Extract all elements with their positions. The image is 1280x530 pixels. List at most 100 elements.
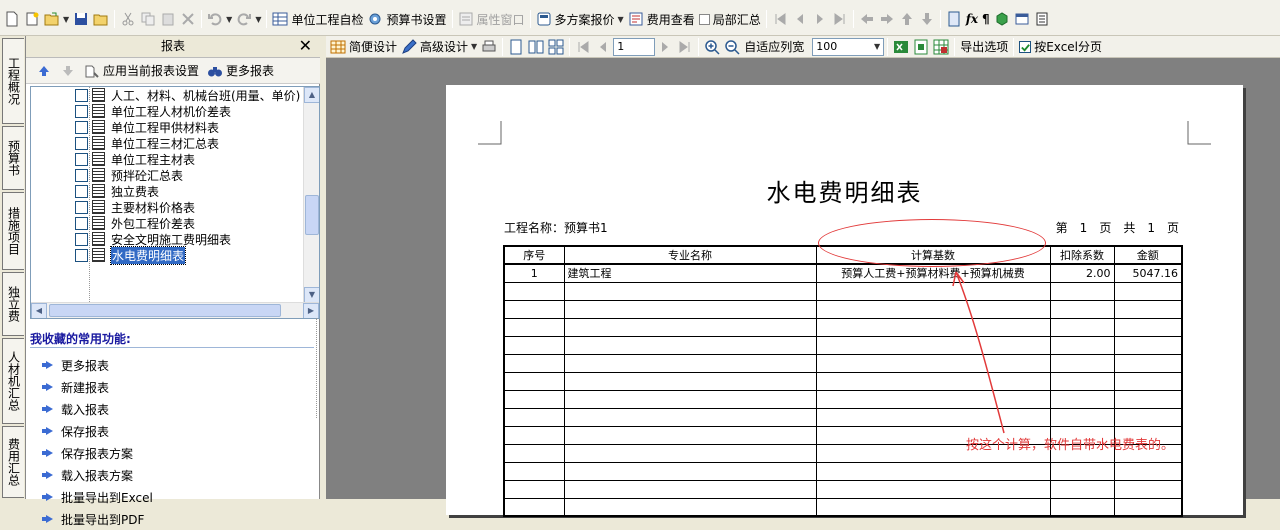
tree-item[interactable]: 主要材料价格表 <box>75 199 195 215</box>
unit-check-button[interactable]: 单位工程自检 <box>270 8 365 30</box>
tree-checkbox[interactable] <box>75 152 88 166</box>
fav-item-export-excel[interactable]: 批量导出到Excel <box>42 486 153 508</box>
delete-button[interactable] <box>178 8 198 30</box>
page-number-input[interactable]: 1 <box>613 37 656 56</box>
move-up-report-button[interactable] <box>34 60 54 82</box>
tree-horizontal-scrollbar[interactable]: ◀ ▶ <box>31 302 319 318</box>
prev-page-button[interactable] <box>593 36 613 58</box>
new-file-button[interactable] <box>2 8 22 30</box>
tree-checkbox[interactable] <box>75 120 88 134</box>
table-row-empty[interactable] <box>503 353 1183 373</box>
tree-item-selected[interactable]: 水电费明细表 <box>75 245 187 265</box>
simple-design-button[interactable]: 简便设计 <box>328 36 399 58</box>
export-batch-button[interactable] <box>931 36 951 58</box>
single-page-button[interactable] <box>506 36 526 58</box>
cut-button[interactable] <box>118 8 138 30</box>
tree-item[interactable]: 单位工程人材机价差表 <box>75 103 231 119</box>
new-project-button[interactable] <box>22 8 42 30</box>
table-row-empty[interactable] <box>503 497 1183 517</box>
zoom-out-button[interactable] <box>722 36 742 58</box>
scroll-down-icon[interactable]: ▼ <box>304 287 319 303</box>
zoom-in-button[interactable] <box>702 36 722 58</box>
paragraph-button[interactable]: ¶ <box>980 8 992 30</box>
more-reports-button[interactable]: 更多报表 <box>205 60 276 82</box>
window-button[interactable] <box>1012 8 1032 30</box>
tree-checkbox[interactable] <box>75 184 88 198</box>
scroll-thumb[interactable] <box>49 304 281 317</box>
last-page-button[interactable] <box>675 36 695 58</box>
redo-button[interactable]: ▼ <box>234 8 263 30</box>
tree-checkbox[interactable] <box>75 248 88 262</box>
tree-checkbox[interactable] <box>75 136 88 150</box>
property-window-button[interactable]: 属性窗口 <box>456 8 527 30</box>
table-row[interactable]: 1 建筑工程 预算人工费+预算材料费+预算机械费 2.00 5047.16 <box>503 263 1183 283</box>
fav-item-load-report[interactable]: 载入报表 <box>42 398 153 420</box>
move-up-button[interactable] <box>897 8 917 30</box>
excel-paging-checkbox[interactable] <box>1019 40 1032 53</box>
formula-button[interactable]: fx <box>964 8 980 30</box>
budget-setting-button[interactable]: 预算书设置 <box>365 8 448 30</box>
table-row-empty[interactable] <box>503 335 1183 355</box>
tree-checkbox[interactable] <box>75 216 88 230</box>
tree-item[interactable]: 单位工程主材表 <box>75 151 195 167</box>
tree-item[interactable]: 安全文明施工费明细表 <box>75 231 231 247</box>
fav-item-save-scheme[interactable]: 保存报表方案 <box>42 442 153 464</box>
tree-checkbox[interactable] <box>75 200 88 214</box>
tree-item[interactable]: 单位工程三材汇总表 <box>75 135 219 151</box>
calc-button[interactable] <box>944 8 964 30</box>
tab-measures[interactable]: 措施项目 <box>2 192 24 270</box>
copy-button[interactable] <box>138 8 158 30</box>
first-page-button[interactable] <box>573 36 593 58</box>
zoom-select[interactable]: 100 ▼ <box>812 37 885 56</box>
table-row-empty[interactable] <box>503 299 1183 319</box>
paste-button[interactable] <box>158 8 178 30</box>
export-excel-button[interactable] <box>891 36 911 58</box>
apply-setting-button[interactable]: 应用当前报表设置 <box>82 60 201 82</box>
open-button[interactable]: ▼ <box>42 8 71 30</box>
fit-width-button[interactable]: 自适应列宽 <box>742 36 806 58</box>
export-options-button[interactable]: 导出选项 <box>958 36 1010 58</box>
last-button[interactable] <box>830 8 850 30</box>
fav-item-load-scheme[interactable]: 载入报表方案 <box>42 464 153 486</box>
scroll-thumb[interactable] <box>305 195 319 235</box>
folder-button[interactable] <box>91 8 111 30</box>
table-row-empty[interactable] <box>503 407 1183 427</box>
move-down-report-button[interactable] <box>58 60 78 82</box>
tree-checkbox[interactable] <box>75 168 88 182</box>
chevron-down-icon[interactable]: ▼ <box>874 42 880 51</box>
move-right-button[interactable] <box>877 8 897 30</box>
excel-paging-toggle[interactable]: 按Excel分页 <box>1017 36 1104 58</box>
table-row-empty[interactable] <box>503 371 1183 391</box>
move-down-button[interactable] <box>917 8 937 30</box>
tree-item[interactable]: 人工、材料、机械台班(用量、单价) <box>75 87 300 103</box>
two-page-button[interactable] <box>526 36 546 58</box>
tree-item[interactable]: 独立费表 <box>75 183 159 199</box>
cube-button[interactable] <box>992 8 1012 30</box>
fav-item-more-reports[interactable]: 更多报表 <box>42 354 153 376</box>
tree-vertical-scrollbar[interactable]: ▲ ▼ <box>303 87 319 303</box>
scroll-left-icon[interactable]: ◀ <box>31 303 47 318</box>
tree-checkbox[interactable] <box>75 88 88 102</box>
list-button[interactable] <box>1032 8 1052 30</box>
tree-checkbox[interactable] <box>75 104 88 118</box>
table-row-empty[interactable] <box>503 389 1183 409</box>
tree-checkbox[interactable] <box>75 232 88 246</box>
table-row-empty[interactable] <box>503 479 1183 499</box>
fav-item-new-report[interactable]: 新建报表 <box>42 376 153 398</box>
tree-item[interactable]: 预拌砼汇总表 <box>75 167 183 183</box>
fav-item-export-pdf[interactable]: 批量导出到PDF <box>42 508 153 530</box>
table-row-empty[interactable] <box>503 461 1183 481</box>
multi-page-button[interactable] <box>546 36 566 58</box>
tab-overview[interactable]: 工程概况 <box>2 38 24 124</box>
fav-item-save-report[interactable]: 保存报表 <box>42 420 153 442</box>
save-button[interactable] <box>71 8 91 30</box>
undo-button[interactable]: ▼ <box>205 8 234 30</box>
prev-button[interactable] <box>790 8 810 30</box>
tab-budget[interactable]: 预算书 <box>2 126 24 190</box>
tree-item[interactable]: 外包工程价差表 <box>75 215 195 231</box>
tab-fee-summary[interactable]: 费用汇总 <box>2 426 24 498</box>
move-left-button[interactable] <box>857 8 877 30</box>
partial-summary-toggle[interactable]: 局部汇总 <box>697 8 763 30</box>
table-row-empty[interactable] <box>503 317 1183 337</box>
first-button[interactable] <box>770 8 790 30</box>
